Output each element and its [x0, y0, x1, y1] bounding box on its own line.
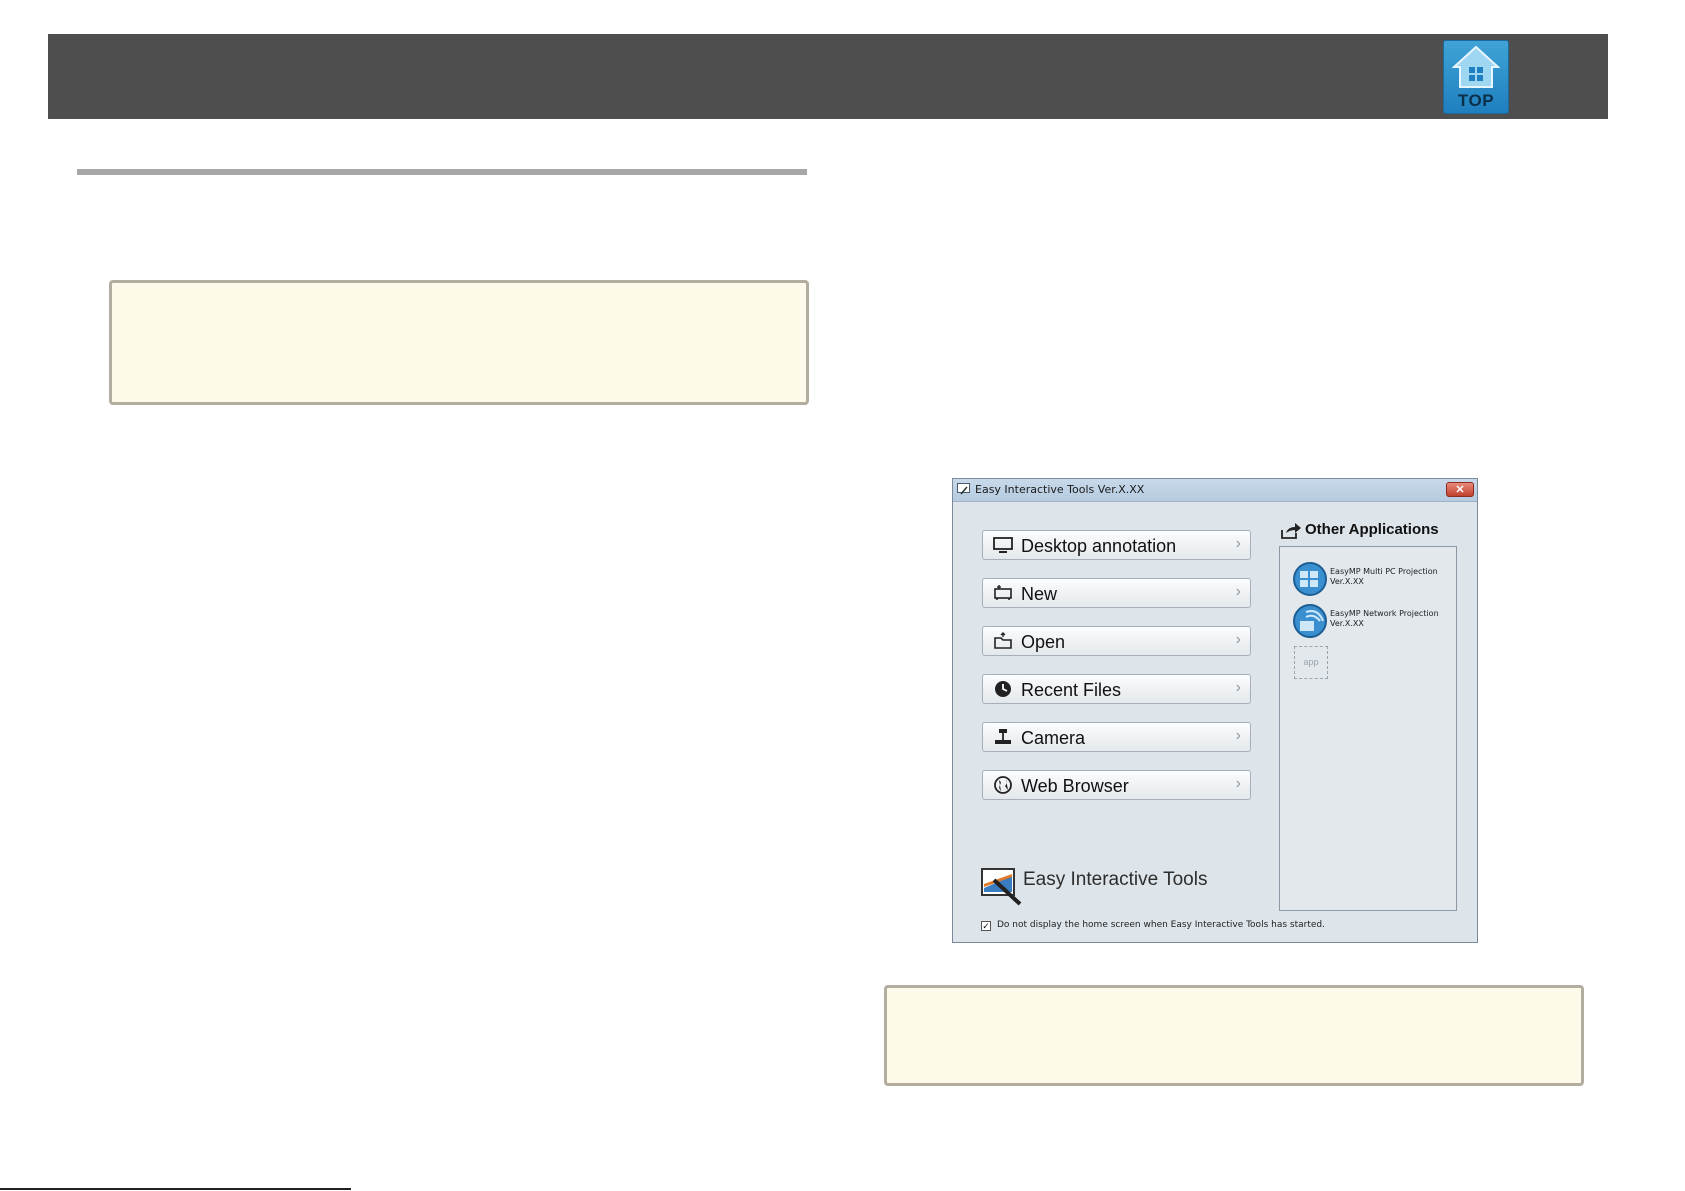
new-board-icon: [994, 585, 1012, 600]
folder-open-icon: [994, 632, 1012, 649]
app-version: Ver.X.XX: [1330, 619, 1364, 628]
app-icon: [957, 483, 970, 495]
chevron-right-icon: ›: [1235, 679, 1241, 696]
chevron-right-icon: ›: [1235, 535, 1241, 552]
app-item-label: EasyMP Multi PC Projection Ver.X.XX: [1330, 567, 1438, 587]
app-name: EasyMP Multi PC Projection: [1330, 567, 1438, 576]
recent-files-button[interactable]: Recent Files ›: [982, 674, 1251, 704]
hide-home-screen-label: Do not display the home screen when Easy…: [997, 920, 1325, 930]
home-icon: [1452, 45, 1500, 88]
camera-label: Camera: [1021, 728, 1086, 748]
recent-files-label: Recent Files: [1021, 680, 1122, 700]
note-box: [109, 280, 809, 405]
chevron-right-icon: ›: [1235, 631, 1241, 648]
window-title: Easy Interactive Tools Ver.X.XX: [975, 483, 1145, 496]
close-button[interactable]: ✕: [1446, 482, 1474, 497]
top-button[interactable]: TOP: [1443, 40, 1509, 114]
camera-icon: [995, 729, 1011, 744]
camera-button[interactable]: Camera ›: [982, 722, 1251, 752]
desktop-annotation-label: Desktop annotation: [1021, 536, 1177, 556]
share-arrow-icon: [1281, 523, 1301, 539]
globe-icon: [994, 776, 1012, 794]
new-label: New: [1021, 584, 1058, 604]
chevron-right-icon: ›: [1235, 775, 1241, 792]
other-applications-panel: EasyMP Multi PC Projection Ver.X.XX Easy…: [1279, 546, 1457, 911]
app-item-label: EasyMP Network Projection Ver.X.XX: [1330, 609, 1439, 629]
section-rule: [77, 169, 807, 175]
footer-rule: [0, 1188, 351, 1190]
desktop-annotation-button[interactable]: Desktop annotation ›: [982, 530, 1251, 560]
chevron-right-icon: ›: [1235, 583, 1241, 600]
new-button[interactable]: New ›: [982, 578, 1251, 608]
chevron-right-icon: ›: [1235, 727, 1241, 744]
page-header-bar: [48, 34, 1608, 119]
multi-pc-projection-icon: [1293, 562, 1327, 596]
network-projection-icon: [1293, 604, 1327, 638]
easy-interactive-tools-logo-icon: [981, 868, 1022, 906]
open-button[interactable]: Open ›: [982, 626, 1251, 656]
app-version: Ver.X.XX: [1330, 577, 1364, 586]
app-window: Easy Interactive Tools Ver.X.XX ✕ Deskto…: [952, 478, 1478, 943]
web-browser-label: Web Browser: [1021, 776, 1129, 796]
web-browser-button[interactable]: Web Browser ›: [982, 770, 1251, 800]
app-name: EasyMP Network Projection: [1330, 609, 1439, 618]
top-button-label: TOP: [1457, 91, 1495, 110]
app-placeholder-slot[interactable]: app: [1294, 646, 1328, 679]
hide-home-screen-checkbox[interactable]: ✓: [981, 921, 991, 931]
window-titlebar: Easy Interactive Tools Ver.X.XX ✕: [953, 479, 1477, 502]
app-item-multi-pc-projection[interactable]: EasyMP Multi PC Projection Ver.X.XX: [1292, 561, 1452, 597]
open-label: Open: [1021, 632, 1066, 652]
other-applications-heading: Other Applications: [1305, 521, 1439, 538]
brand-name: Easy Interactive Tools: [1023, 869, 1208, 890]
monitor-icon: [993, 537, 1013, 553]
app-item-network-projection[interactable]: EasyMP Network Projection Ver.X.XX: [1292, 603, 1452, 639]
clock-icon: [995, 681, 1011, 697]
note-box: [884, 985, 1584, 1086]
